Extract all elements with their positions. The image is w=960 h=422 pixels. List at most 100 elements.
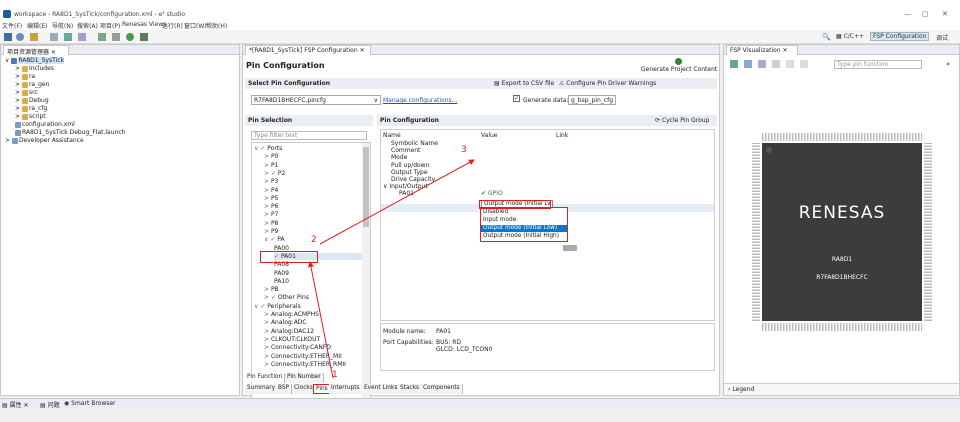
property-row-name[interactable]: Mode — [391, 154, 407, 161]
search-icon[interactable]: 🔍 — [822, 33, 831, 41]
property-row-name[interactable]: Output Type — [391, 169, 428, 176]
pin-tree-item[interactable]: > Connectivity:ETHER_MII — [264, 353, 342, 360]
chevron-right-icon[interactable]: > — [264, 203, 271, 210]
generate-data-checkbox[interactable]: ✓ — [513, 95, 520, 102]
filter-icon[interactable] — [786, 60, 794, 68]
chevron-right-icon[interactable]: > — [264, 195, 271, 202]
pin-tree-item[interactable]: > P4 — [264, 187, 278, 194]
pin-tree-item[interactable]: PA10 — [274, 278, 289, 285]
chevron-right-icon[interactable]: > — [264, 344, 271, 351]
pin-tree-item[interactable]: > P3 — [264, 178, 278, 185]
project-tree-item[interactable]: configuration.xml — [15, 121, 75, 128]
tab-pin-function[interactable]: Pin Function — [245, 373, 286, 383]
tool-icon[interactable] — [64, 33, 72, 41]
more-icon[interactable]: » — [946, 60, 950, 68]
menu-help[interactable]: 帮助(H) — [206, 21, 227, 30]
tab-components[interactable]: Components — [421, 384, 463, 394]
chevron-right-icon[interactable]: > — [264, 319, 271, 326]
pin-tree-item[interactable]: > P9 — [264, 228, 278, 235]
mode-option[interactable]: Disabled — [481, 209, 567, 216]
project-tree-item[interactable]: > Includes — [15, 65, 54, 72]
pin-tree-item[interactable]: > ✓ P2 — [264, 170, 285, 177]
tool-icon[interactable] — [112, 33, 120, 41]
export-csv-button[interactable]: ▤ Export to CSV file — [494, 80, 554, 87]
tab-fsp-configuration[interactable]: *[RA8D1_SysTick] FSP Configuration ✕ — [245, 45, 371, 55]
chevron-right-icon[interactable]: > — [264, 170, 271, 177]
chevron-right-icon[interactable]: > — [264, 220, 271, 227]
chevron-right-icon[interactable]: > — [264, 153, 271, 160]
tab-event-links[interactable]: Event Links — [362, 384, 401, 394]
tool-icon[interactable] — [98, 33, 106, 41]
generate-data-input[interactable]: g_bsp_pin_cfg — [568, 95, 616, 105]
chevron-right-icon[interactable]: > — [264, 361, 271, 368]
pin-tree-item[interactable]: > Analog:DAC12 — [264, 328, 314, 335]
property-row-value[interactable]: ✔ GPIO — [481, 190, 503, 197]
pin-tree-item[interactable]: > Connectivity:ETHER_RMII — [264, 361, 346, 368]
project-tree-item[interactable]: > Debug — [15, 97, 49, 104]
pin-tree-item[interactable]: > CLKOUT:CLKOUT — [264, 336, 320, 343]
pin-tree-item[interactable]: ∨ ✓ Peripherals — [254, 303, 301, 310]
tool-icon[interactable] — [78, 33, 86, 41]
tool-icon[interactable] — [50, 33, 58, 41]
pin-tree-item[interactable]: > Analog:ADC — [264, 319, 307, 326]
property-row-name[interactable]: Symbolic Name — [391, 140, 438, 147]
menu-edit[interactable]: 编辑(E) — [27, 21, 47, 30]
tab-project-explorer[interactable]: 项目资源管理器 ✕ — [3, 45, 69, 56]
pin-tree-item[interactable]: > Connectivity:CANFD — [264, 344, 331, 351]
project-tree-item[interactable]: ∨ RA8D1_SysTick — [5, 57, 65, 64]
maximize-button[interactable]: ▢ — [922, 10, 929, 18]
menu-project[interactable]: 项目(P) — [100, 21, 120, 30]
chevron-right-icon[interactable]: > — [264, 228, 271, 235]
project-tree-item[interactable]: > src — [15, 89, 38, 96]
property-row-name[interactable]: ∨ Input/Output — [383, 183, 428, 190]
tab-smart-browser[interactable]: ◉ Smart Browser — [64, 400, 116, 407]
pin-tree-item[interactable]: PA09 — [274, 270, 289, 277]
perspective-fsp[interactable]: FSP Configuration — [870, 32, 930, 41]
mode-option[interactable]: Output mode (Initial High) — [481, 233, 567, 240]
menu-file[interactable]: 文件(F) — [2, 21, 22, 30]
save-icon[interactable] — [4, 33, 12, 41]
property-row-name[interactable]: Pull up/down — [391, 162, 429, 169]
property-row-name[interactable]: Comment — [391, 147, 420, 154]
project-tree-item[interactable]: RA8D1_SysTick Debug_Flat.launch — [15, 129, 125, 136]
pin-tree-item[interactable]: > P8 — [264, 220, 278, 227]
project-tree-item[interactable]: > Developer Assistance — [5, 137, 84, 144]
hammer-icon[interactable] — [30, 33, 38, 41]
chevron-right-icon[interactable]: > — [264, 311, 271, 318]
close-button[interactable]: ✕ — [942, 10, 948, 18]
zoom-in-icon[interactable] — [744, 60, 752, 68]
pin-tree-item[interactable]: > P1 — [264, 162, 278, 169]
property-row-name[interactable]: PA01 — [399, 190, 414, 197]
mode-option[interactable]: Input mode — [481, 217, 567, 224]
mode-option-selected[interactable]: Output mode (Initial Low) — [481, 225, 567, 232]
menu-navigate[interactable]: 导航(N) — [52, 21, 73, 30]
debug-icon[interactable] — [140, 33, 148, 41]
generate-project-content[interactable]: Generate Project Content — [641, 66, 717, 73]
property-row-name[interactable]: Drive Capacity — [391, 176, 435, 183]
pin-tree-item[interactable]: > P5 — [264, 195, 278, 202]
pin-filter-input[interactable]: Type filter text — [251, 131, 367, 140]
pin-tree-item[interactable]: ∨ ✓ Ports — [254, 145, 282, 152]
menu-renesas-views[interactable]: Renesas Views — [122, 21, 166, 28]
chevron-right-icon[interactable]: > — [264, 162, 271, 169]
settings-icon[interactable] — [800, 60, 808, 68]
perspective-c[interactable]: ▦ C/C++ — [836, 33, 864, 40]
pin-tree-item[interactable]: > Analog:ACMPHS — [264, 311, 319, 318]
menu-window[interactable]: 窗口(W) — [184, 21, 207, 30]
chevron-right-icon[interactable]: > — [264, 294, 271, 301]
configure-warnings-button[interactable]: ⚠ Configure Pin Driver Warnings — [559, 80, 656, 87]
chevron-right-icon[interactable]: > — [264, 187, 271, 194]
legend-section[interactable]: › Legend — [724, 383, 959, 395]
pin-tree-item[interactable]: > PB — [264, 286, 279, 293]
minimize-button[interactable]: — — [904, 10, 911, 18]
project-tree-item[interactable]: > script — [15, 113, 46, 120]
tab-fsp-visualization[interactable]: FSP Visualization ✕ — [726, 45, 798, 55]
pin-tree-item[interactable]: > P7 — [264, 211, 278, 218]
chevron-right-icon[interactable]: > — [264, 286, 271, 293]
chevron-right-icon[interactable]: > — [264, 328, 271, 335]
pin-tree-item[interactable]: > P6 — [264, 203, 278, 210]
tab-pin-number[interactable]: Pin Number — [285, 373, 324, 383]
chevron-right-icon[interactable]: > — [264, 211, 271, 218]
cycle-pin-group-button[interactable]: ⟳ Cycle Pin Group — [655, 117, 709, 124]
project-tree-item[interactable]: > ra_cfg — [15, 105, 47, 112]
